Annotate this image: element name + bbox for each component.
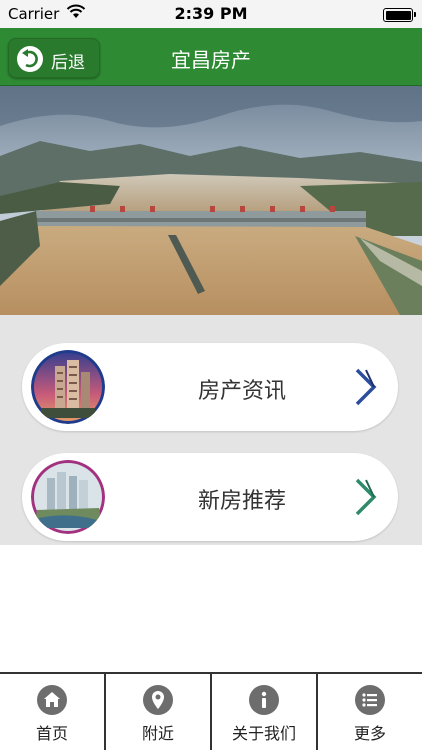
status-bar: Carrier 2:39 PM [0, 0, 422, 28]
status-time: 2:39 PM [174, 4, 248, 23]
page-title: 宜昌房产 [171, 48, 251, 72]
chevron-right-icon [355, 478, 377, 516]
menu-item-new-homes[interactable]: 新房推荐 [22, 453, 398, 541]
location-pin-icon [143, 685, 173, 715]
tab-home[interactable]: 首页 [0, 674, 106, 750]
navigation-bar: 后退 宜昌房产 [0, 28, 422, 86]
tab-more[interactable]: 更多 [318, 674, 422, 750]
tab-about-us[interactable]: 关于我们 [212, 674, 318, 750]
menu-item-label: 新房推荐 [197, 489, 286, 514]
new-homes-thumbnail [31, 460, 105, 534]
tab-bar: 首页 附近 关于我们 更多 [0, 672, 422, 750]
menu-item-property-news[interactable]: 房产资讯 [22, 343, 398, 431]
tab-label: 首页 [35, 724, 68, 743]
building-thumbnail [31, 350, 105, 424]
battery-icon [383, 8, 416, 22]
menu-area: 房产资讯 新房推荐 [0, 315, 422, 545]
home-icon [37, 685, 67, 715]
hero-banner-image [0, 86, 422, 315]
list-icon [355, 685, 385, 715]
menu-item-label: 房产资讯 [197, 379, 286, 404]
tab-label: 附近 [141, 724, 174, 743]
info-icon [249, 685, 279, 715]
chevron-right-icon [355, 368, 377, 406]
tab-nearby[interactable]: 附近 [106, 674, 212, 750]
tab-label: 更多 [353, 724, 386, 743]
tab-label: 关于我们 [231, 724, 296, 743]
